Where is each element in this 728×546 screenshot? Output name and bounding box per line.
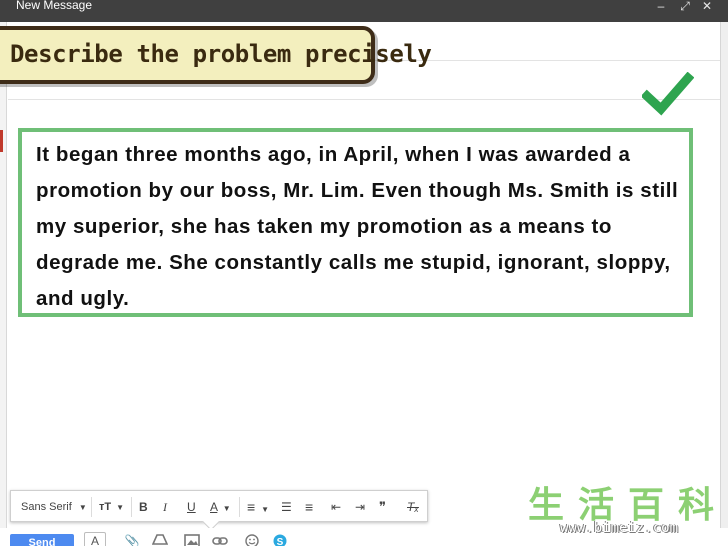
- font-size-button[interactable]: тT ▼: [99, 498, 124, 516]
- emoji-icon[interactable]: [244, 534, 260, 546]
- text-color-icon: A: [210, 500, 218, 514]
- banner-text: Describe the problem precisely: [10, 40, 432, 68]
- formatting-toolbar: Sans Serif ▼ тT ▼ B I U A ▼ ≡ ▼ ☰ ≡ ⇤ ⇥ …: [10, 490, 428, 531]
- indent-less-icon[interactable]: ⇤: [331, 498, 341, 516]
- bulleted-list-icon[interactable]: ≡: [305, 498, 313, 516]
- clear-formatting-icon[interactable]: Tₓ: [407, 498, 419, 516]
- window-title: New Message: [16, 0, 93, 12]
- indent-more-icon[interactable]: ⇥: [355, 498, 365, 516]
- svg-text:S: S: [277, 537, 284, 546]
- align-button[interactable]: ≡ ▼: [247, 498, 269, 516]
- send-button[interactable]: Send: [10, 534, 74, 546]
- scrollbar[interactable]: [720, 22, 728, 546]
- chevron-down-icon: ▼: [78, 503, 87, 512]
- background-accent: [0, 130, 3, 152]
- toolbar-divider: [239, 497, 240, 517]
- photo-icon[interactable]: [184, 534, 200, 546]
- subject-field[interactable]: [8, 99, 720, 100]
- message-body-highlight[interactable]: It began three months ago, in April, whe…: [18, 128, 693, 317]
- watermark-url: www.bimeiz.com: [560, 520, 679, 536]
- chevron-down-icon: ▼: [261, 505, 269, 514]
- underline-icon[interactable]: U: [187, 498, 196, 516]
- chevron-down-icon: ▼: [116, 503, 125, 512]
- skype-icon[interactable]: S: [272, 534, 288, 546]
- close-icon[interactable]: ✕: [698, 0, 716, 14]
- instruction-banner: Describe the problem precisely: [0, 26, 432, 84]
- window-left-edge: [0, 22, 7, 546]
- popout-icon[interactable]: ⤢: [676, 0, 694, 14]
- attach-icon[interactable]: 📎: [124, 534, 140, 546]
- font-family-label: Sans Serif: [21, 501, 72, 513]
- toolbar-divider: [91, 497, 92, 517]
- numbered-list-icon[interactable]: ☰: [281, 498, 292, 516]
- window-titlebar: New Message – ⤢ ✕: [0, 0, 728, 22]
- minimize-icon[interactable]: –: [652, 0, 670, 14]
- text-color-button[interactable]: A ▼: [210, 498, 231, 516]
- chevron-down-icon: ▼: [222, 504, 231, 513]
- font-size-icon: тT: [99, 501, 112, 513]
- drive-icon[interactable]: [152, 534, 168, 546]
- align-icon: ≡: [247, 499, 256, 515]
- bold-icon[interactable]: B: [139, 498, 148, 516]
- message-body-text: It began three months ago, in April, whe…: [36, 143, 679, 310]
- formatting-options-toggle[interactable]: A: [84, 532, 106, 546]
- italic-icon[interactable]: I: [163, 498, 167, 516]
- font-family-select[interactable]: Sans Serif ▼: [21, 498, 87, 516]
- link-icon[interactable]: [212, 534, 228, 546]
- checkmark-icon: [642, 72, 694, 116]
- toolbar-divider: [131, 497, 132, 517]
- quote-icon[interactable]: ❞: [379, 498, 386, 516]
